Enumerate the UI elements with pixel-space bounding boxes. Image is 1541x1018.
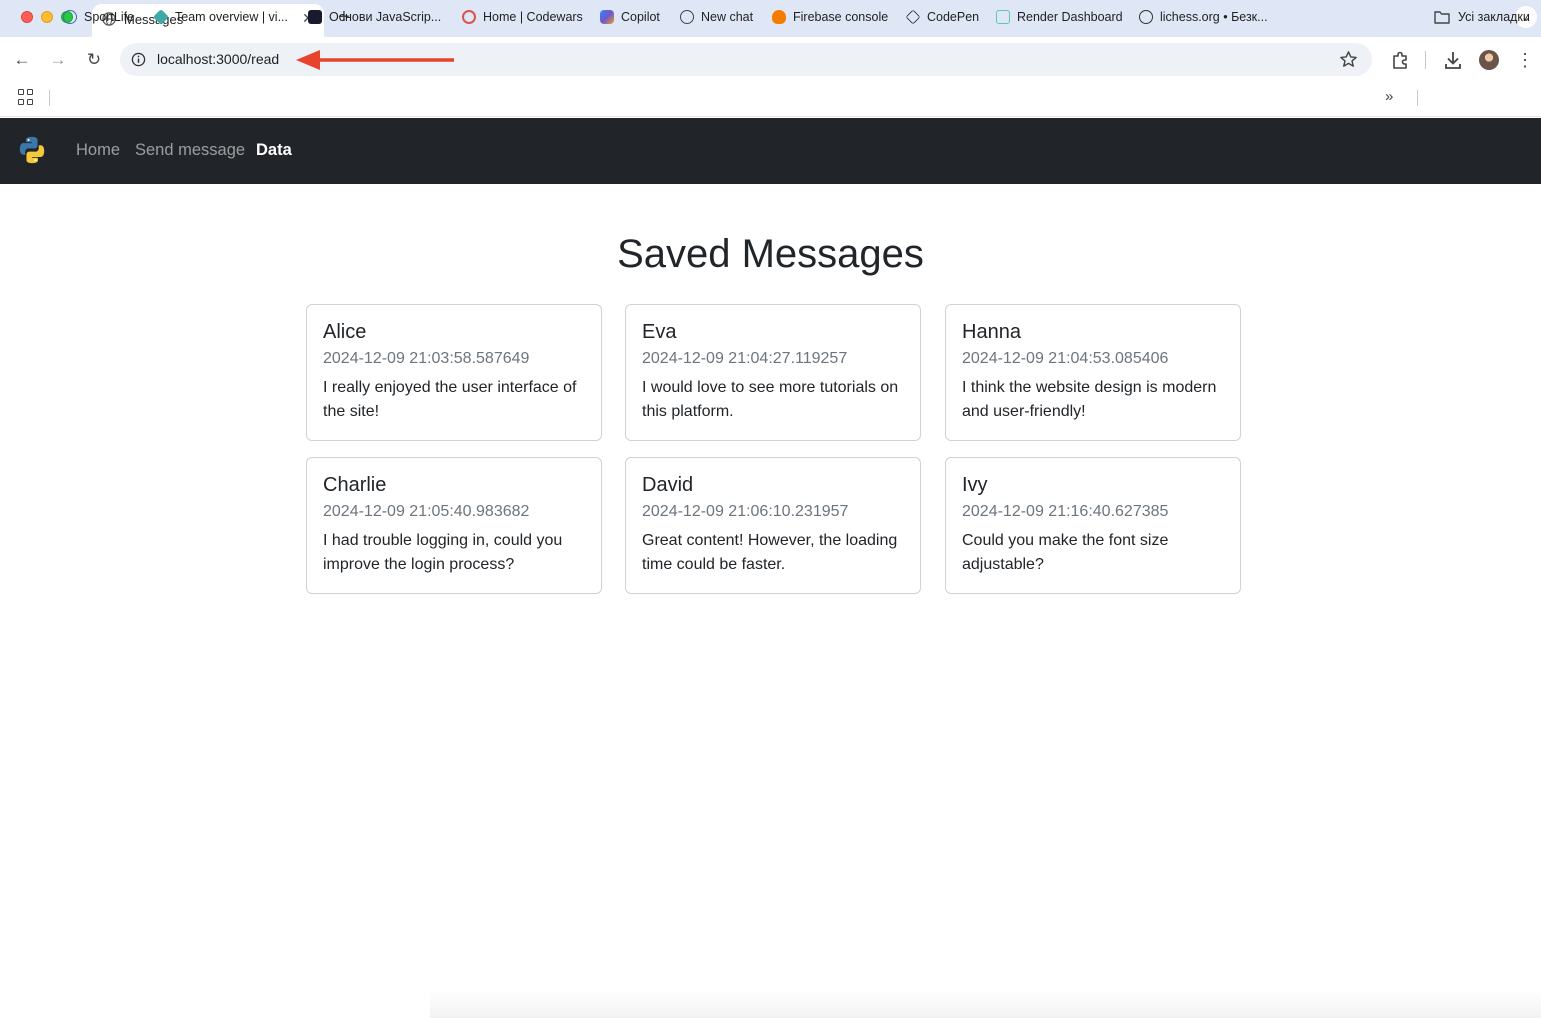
back-icon[interactable]: ←	[11, 49, 33, 71]
minimize-window-button[interactable]	[41, 11, 53, 23]
extensions-icon[interactable]	[1389, 49, 1411, 71]
bookmark-label: Copilot	[621, 10, 660, 24]
annotation-arrow-icon	[296, 50, 454, 70]
bookmark-codewars[interactable]: Home | Codewars	[462, 7, 583, 27]
window-bottom-shadow	[430, 990, 1541, 1018]
folder-icon	[1434, 11, 1450, 24]
bookmark-lichess[interactable]: lichess.org • Безк...	[1139, 7, 1268, 27]
codepen-icon	[905, 9, 921, 25]
message-timestamp: 2024-12-09 21:16:40.627385	[962, 503, 1169, 520]
bookmark-label: Render Dashboard	[1017, 10, 1123, 24]
page-title: Saved Messages	[617, 232, 924, 276]
bookmark-copilot[interactable]: Copilot	[600, 7, 660, 27]
bookmarks-divider	[49, 90, 50, 106]
message-card: Alice 2024-12-09 21:03:58.587649 I reall…	[306, 304, 602, 441]
message-text: Could you make the font size adjustable?	[962, 532, 1169, 573]
message-text: I think the website design is modern and…	[962, 379, 1217, 420]
copilot-icon	[600, 10, 614, 24]
message-card: Hanna 2024-12-09 21:04:53.085406 I think…	[945, 304, 1241, 441]
bookmark-label: CodePen	[927, 10, 980, 24]
message-text: Great content! However, the loading time…	[642, 532, 898, 573]
site-navbar: Home Send message Data	[0, 118, 1541, 184]
lichess-icon	[1139, 10, 1153, 24]
bookmark-new-chat[interactable]: New chat	[680, 7, 753, 27]
render-icon	[996, 10, 1010, 24]
message-author: David	[642, 474, 694, 496]
url-text[interactable]: localhost:3000/read	[157, 51, 279, 67]
nav-link-send-message[interactable]: Send message	[135, 141, 245, 160]
message-text: I would love to see more tutorials on th…	[642, 379, 899, 420]
diamond-icon	[153, 9, 169, 25]
site-info-icon[interactable]	[131, 52, 146, 67]
firebase-icon	[772, 10, 786, 24]
openai-icon	[680, 10, 694, 24]
message-timestamp: 2024-12-09 21:04:27.119257	[642, 350, 848, 367]
message-author: Alice	[323, 321, 367, 343]
profile-avatar[interactable]	[1479, 50, 1499, 70]
bookmarks-divider	[1417, 90, 1418, 106]
message-timestamp: 2024-12-09 21:05:40.983682	[323, 503, 530, 520]
bookmark-label: SportLife	[84, 10, 135, 24]
message-card: David 2024-12-09 21:06:10.231957 Great c…	[625, 457, 921, 594]
bookmark-codepen[interactable]: CodePen	[905, 7, 980, 27]
reload-icon[interactable]: ↻	[83, 49, 105, 71]
javascript-course-icon	[308, 10, 322, 24]
bookmarks-bar	[0, 83, 1541, 117]
python-logo-icon[interactable]	[17, 135, 47, 165]
bookmark-label: New chat	[701, 10, 754, 24]
bookmark-sportlife[interactable]: SportLife	[63, 7, 134, 27]
sportlife-icon	[63, 10, 77, 24]
nav-link-data[interactable]: Data	[256, 141, 292, 160]
message-author: Hanna	[962, 321, 1021, 343]
message-card: Charlie 2024-12-09 21:05:40.983682 I had…	[306, 457, 602, 594]
message-text: I had trouble logging in, could you impr…	[323, 532, 563, 573]
message-card: Ivy 2024-12-09 21:16:40.627385 Could you…	[945, 457, 1241, 594]
kebab-menu-icon[interactable]: ⋮	[1515, 49, 1535, 71]
message-timestamp: 2024-12-09 21:04:53.085406	[962, 350, 1169, 367]
message-author: Charlie	[323, 474, 387, 496]
bookmark-label: Firebase console	[793, 10, 889, 24]
more-bookmarks-icon[interactable]: »	[1385, 88, 1393, 105]
message-author: Ivy	[962, 474, 988, 496]
nav-link-home[interactable]: Home	[76, 141, 120, 160]
bookmark-firebase[interactable]: Firebase console	[772, 7, 888, 27]
bookmark-render[interactable]: Render Dashboard	[996, 7, 1123, 27]
download-icon[interactable]	[1442, 49, 1464, 71]
close-window-button[interactable]	[21, 11, 33, 23]
message-text: I really enjoyed the user interface of t…	[323, 379, 577, 420]
all-bookmarks-folder[interactable]: Усі закладки	[1434, 7, 1530, 27]
toolbar-divider	[1425, 51, 1426, 69]
all-bookmarks-label: Усі закладки	[1458, 10, 1530, 24]
bookmark-label: Team overview | vi...	[175, 10, 289, 24]
forward-icon[interactable]: →	[47, 49, 69, 71]
message-timestamp: 2024-12-09 21:06:10.231957	[642, 503, 849, 520]
apps-grid-icon[interactable]	[18, 89, 34, 105]
message-card: Eva 2024-12-09 21:04:27.119257 I would l…	[625, 304, 921, 441]
bookmark-label: Home | Codewars	[483, 10, 583, 24]
message-timestamp: 2024-12-09 21:03:58.587649	[323, 350, 530, 367]
browser-toolbar: ← → ↻ localhost:3000/read ⋮	[0, 37, 1541, 83]
bookmark-label: Основи JavaScrip...	[329, 10, 442, 24]
codewars-icon	[462, 10, 476, 24]
bookmark-star-icon[interactable]	[1339, 50, 1358, 69]
bookmark-javascript[interactable]: Основи JavaScrip...	[308, 7, 441, 27]
bookmark-label: lichess.org • Безк...	[1160, 10, 1268, 24]
message-author: Eva	[642, 321, 677, 343]
bookmark-team-overview[interactable]: Team overview | vi...	[153, 7, 289, 27]
